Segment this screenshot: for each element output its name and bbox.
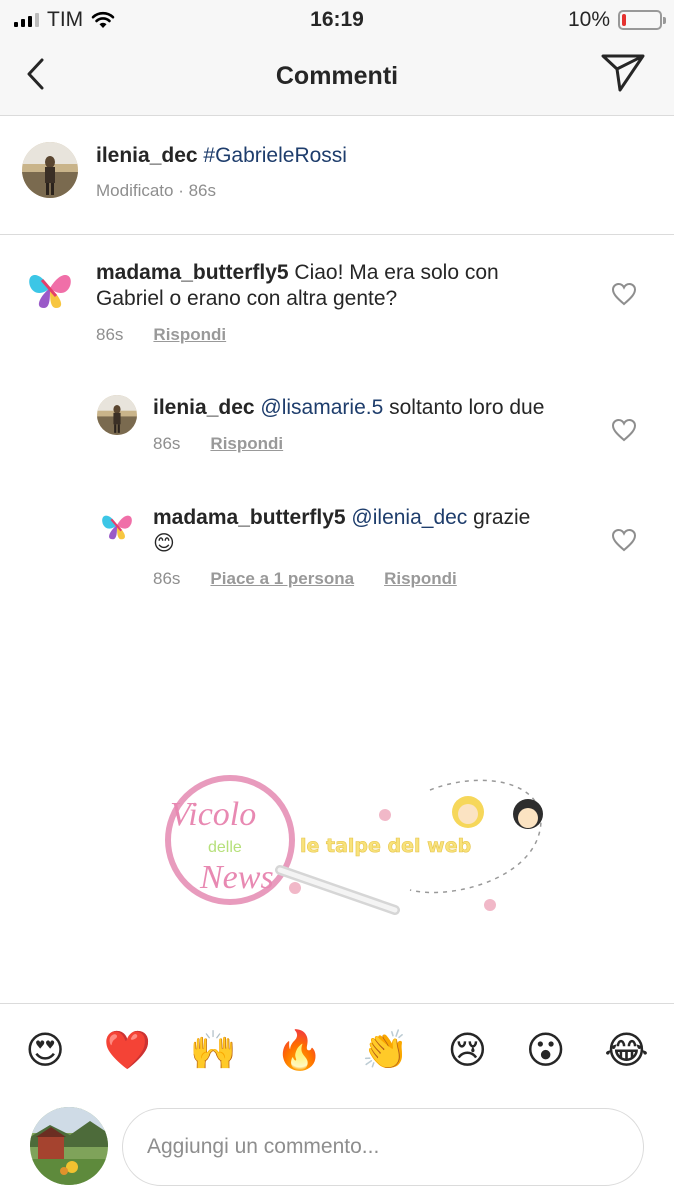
page-title: Commenti — [275, 62, 399, 90]
comment-time: 86s — [153, 434, 181, 453]
red-heart-emoji-button[interactable]: ❤️ — [104, 1032, 151, 1070]
comment-meta: 86s Rispondi — [96, 325, 226, 345]
mention-link[interactable]: @ilenia_dec — [351, 506, 467, 529]
comment-meta: 86s Rispondi — [153, 434, 283, 454]
logo-text-1: Vicolo — [170, 796, 256, 833]
heart-icon[interactable] — [611, 418, 637, 442]
heart-icon[interactable] — [611, 528, 637, 552]
avatar — [30, 1107, 108, 1185]
battery-level — [622, 14, 626, 26]
comment-text: madama_butterfly5 Ciao! Ma era solo con … — [96, 260, 596, 312]
logo-text-3: News — [199, 859, 274, 896]
caption-meta: Modificato · 86s — [96, 181, 216, 200]
battery-percent: 10% — [567, 8, 610, 31]
emoji-quick-bar: 😍 ❤️ 🙌 🔥 👏 😢 😮 😂 — [0, 1003, 674, 1098]
reply-button[interactable]: Rispondi — [153, 325, 226, 345]
caption-username[interactable]: ilenia_dec — [96, 144, 198, 167]
comment-composer — [0, 1098, 674, 1200]
mention-link[interactable]: @lisamarie.5 — [260, 396, 383, 419]
paper-plane-icon[interactable] — [600, 52, 646, 94]
butterfly-avatar-icon — [22, 260, 78, 316]
crying-emoji-button[interactable]: 😢 — [448, 1032, 488, 1070]
comment-body: Ciao! Ma era solo con — [294, 261, 499, 284]
comment-reply: madama_butterfly5 @ilenia_dec grazie 😊 8… — [0, 490, 674, 600]
comment-body: grazie — [473, 506, 531, 529]
comment-meta: 86s Piace a 1 persona Rispondi — [153, 569, 457, 589]
hashtag-link[interactable]: #GabrieleRossi — [203, 144, 347, 167]
avatar[interactable] — [97, 395, 137, 435]
comment-time: 86s — [153, 569, 181, 588]
comment-body: Gabriel o erano con altra gente? — [96, 287, 398, 310]
comment-username[interactable]: ilenia_dec — [153, 396, 255, 419]
raised-hands-emoji-button[interactable]: 🙌 — [190, 1032, 237, 1070]
laughing-emoji-button[interactable]: 😂 — [604, 1032, 648, 1070]
butterfly-avatar-icon — [97, 505, 137, 545]
heart-eyes-emoji-button[interactable]: 😍 — [25, 1032, 65, 1070]
caption-text: ilenia_dec #GabrieleRossi — [96, 144, 347, 168]
nav-bar: Commenti — [0, 40, 674, 116]
tagline-text: le talpe del web — [300, 835, 471, 857]
status-bar: TIM 16:19 10% — [0, 0, 674, 40]
surprised-emoji-button[interactable]: 😮 — [526, 1032, 566, 1070]
reply-button[interactable]: Rispondi — [210, 434, 283, 454]
smile-emoji: 😊 — [153, 532, 175, 555]
profile-photo-icon — [97, 395, 137, 435]
comment-username[interactable]: madama_butterfly5 — [153, 506, 346, 529]
heart-icon[interactable] — [611, 282, 637, 306]
avatar[interactable] — [97, 505, 137, 545]
comment-input[interactable] — [122, 1108, 644, 1186]
fire-emoji-button[interactable]: 🔥 — [276, 1032, 323, 1070]
comment-reply: ilenia_dec @lisamarie.5 soltanto loro du… — [0, 380, 674, 480]
logo-text-2: delle — [208, 839, 242, 856]
comment: madama_butterfly5 Ciao! Ma era solo con … — [0, 236, 674, 356]
comment-text: madama_butterfly5 @ilenia_dec grazie 😊 — [153, 505, 593, 557]
watermark-logo: Vicolo delle News le talpe del web — [165, 775, 543, 915]
own-profile-photo-icon — [30, 1107, 108, 1185]
post-caption: ilenia_dec #GabrieleRossi Modificato · 8… — [0, 116, 674, 235]
clap-emoji-button[interactable]: 👏 — [362, 1032, 409, 1070]
avatar[interactable] — [22, 260, 78, 316]
avatar[interactable] — [22, 142, 78, 198]
status-right: 10% — [567, 8, 666, 32]
profile-photo-icon — [22, 142, 78, 198]
comment-text: ilenia_dec @lisamarie.5 soltanto loro du… — [153, 395, 593, 421]
battery-icon — [618, 10, 666, 30]
comment-body: soltanto loro due — [389, 396, 545, 419]
comment-username[interactable]: madama_butterfly5 — [96, 261, 289, 284]
likes-link[interactable]: Piace a 1 persona — [210, 569, 354, 589]
reply-button[interactable]: Rispondi — [384, 569, 457, 589]
comment-time: 86s — [96, 325, 124, 344]
